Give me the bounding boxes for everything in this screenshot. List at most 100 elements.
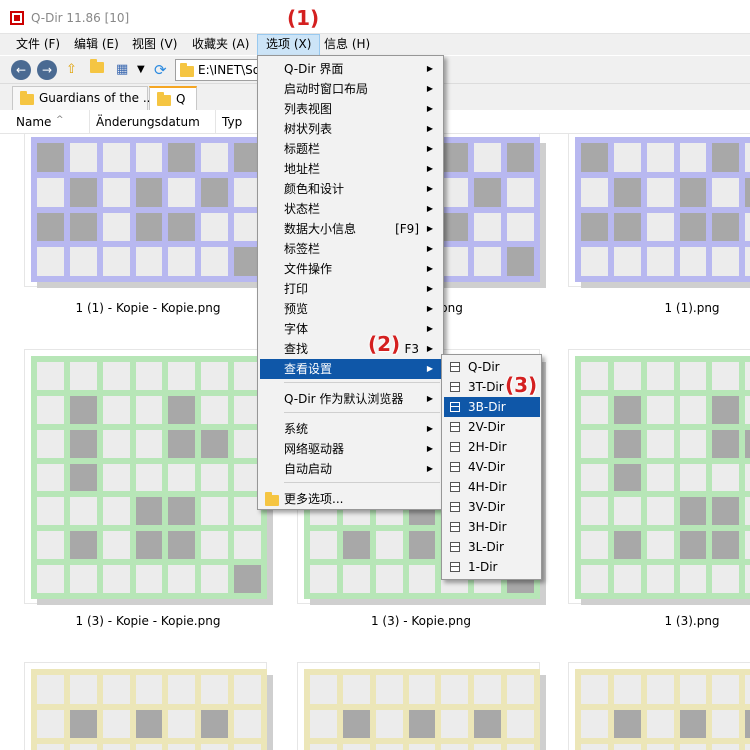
thumbnail-item[interactable] xyxy=(568,662,750,750)
layout-option-label: Q-Dir xyxy=(468,360,500,374)
menu-item-view-settings[interactable]: 查看设置 ▶ xyxy=(260,359,441,379)
menu-item-more-options[interactable]: 更多选项... xyxy=(260,489,441,509)
submenu-arrow-icon: ▶ xyxy=(426,424,433,433)
menu-item-colors-design[interactable]: 颜色和设计 ▶ xyxy=(260,179,441,199)
thumbnail-item[interactable] xyxy=(568,134,750,288)
menu-item-default-browser[interactable]: Q-Dir 作为默认浏览器 ▶ xyxy=(260,389,441,409)
submenu-arrow-icon: ▶ xyxy=(426,144,433,153)
title-bar: Q-Dir 11.86 [10] xyxy=(0,8,750,30)
layout-grid-icon xyxy=(450,442,460,452)
column-name[interactable]: ^ Name xyxy=(10,110,90,134)
thumbnail-caption: 1 (3) - Kopie.png xyxy=(370,614,471,628)
window-title: Q-Dir 11.86 [10] xyxy=(31,11,130,25)
chevron-down-icon[interactable]: ▼ xyxy=(137,60,145,80)
thumbnail-item[interactable] xyxy=(24,662,273,750)
menu-item-address-bar[interactable]: 地址栏 ▶ xyxy=(260,159,441,179)
menu-item-file-operations[interactable]: 文件操作 ▶ xyxy=(260,259,441,279)
layout-option-label: 3T-Dir xyxy=(468,380,504,394)
menu-item-print[interactable]: 打印 ▶ xyxy=(260,279,441,299)
thumbnail-image xyxy=(31,137,267,282)
layout-option-4h-dir[interactable]: 4H-Dir xyxy=(444,477,540,497)
thumbnail-item[interactable] xyxy=(24,134,273,288)
layout-option-2v-dir[interactable]: 2V-Dir xyxy=(444,417,540,437)
menu-item-preview[interactable]: 预览 ▶ xyxy=(260,299,441,319)
submenu-arrow-icon: ▶ xyxy=(426,304,433,313)
new-folder-icon[interactable] xyxy=(90,59,104,80)
tab-label: Q xyxy=(176,92,186,106)
layout-option-1-dir[interactable]: 1-Dir xyxy=(444,557,540,577)
layout-option-4v-dir[interactable]: 4V-Dir xyxy=(444,457,540,477)
menu-item-label: 自动启动 xyxy=(284,462,333,476)
thumbnail-item[interactable] xyxy=(568,349,750,605)
menu-item-startup-layout[interactable]: 启动时窗口布局 ▶ xyxy=(260,79,441,99)
menu-item-label: 预览 xyxy=(284,302,309,316)
menu-item-title-bar[interactable]: 标题栏 ▶ xyxy=(260,139,441,159)
menu-info[interactable]: 信息 (H) xyxy=(316,34,378,56)
menu-item-label: 打印 xyxy=(284,282,309,296)
menu-item-find[interactable]: 查找 F3 ▶ xyxy=(260,339,441,359)
menu-item-qdir-ui[interactable]: Q-Dir 界面 ▶ xyxy=(260,59,441,79)
column-type[interactable]: Typ xyxy=(216,110,261,134)
layout-option-label: 1-Dir xyxy=(468,560,498,574)
thumbnail-image xyxy=(31,669,267,750)
address-path: E:\INET\So xyxy=(198,63,261,77)
thumbnail-caption: 1 (1).png xyxy=(664,301,720,315)
folder-up-icon[interactable]: ⇧ xyxy=(66,60,77,80)
menu-item-label: 字体 xyxy=(284,322,309,336)
folder-icon xyxy=(20,91,34,105)
layout-grid-icon xyxy=(450,402,460,412)
layout-grid-icon xyxy=(450,422,460,432)
menu-item-data-size-info[interactable]: 数据大小信息 [F9] ▶ xyxy=(260,219,441,239)
menu-edit[interactable]: 编辑 (E) xyxy=(66,34,127,56)
tab-guardians[interactable]: Guardians of the ... xyxy=(12,86,154,110)
submenu-arrow-icon: ▶ xyxy=(426,224,433,233)
layout-grid-icon xyxy=(450,502,460,512)
menu-item-label: 标题栏 xyxy=(284,142,321,156)
menu-item-system[interactable]: 系统 ▶ xyxy=(260,419,441,439)
submenu-arrow-icon: ▶ xyxy=(426,244,433,253)
menu-separator xyxy=(284,382,440,383)
thumbnail-item[interactable] xyxy=(24,349,273,605)
layout-option-3h-dir[interactable]: 3H-Dir xyxy=(444,517,540,537)
layout-grid-icon xyxy=(450,482,460,492)
menu-item-autostart[interactable]: 自动启动 ▶ xyxy=(260,459,441,479)
menu-item-network-drives[interactable]: 网络驱动器 ▶ xyxy=(260,439,441,459)
column-date[interactable]: Änderungsdatum xyxy=(90,110,216,134)
submenu-arrow-icon: ▶ xyxy=(426,204,433,213)
menu-item-label: 文件操作 xyxy=(284,262,333,276)
thumbnail-image xyxy=(304,669,540,750)
tab-q[interactable]: Q xyxy=(149,86,197,110)
callout-2: (2) xyxy=(368,332,401,356)
menu-item-tab-bar[interactable]: 标签栏 ▶ xyxy=(260,239,441,259)
view-mode-icon[interactable]: ▦ xyxy=(116,60,128,80)
menu-favorites[interactable]: 收藏夹 (A) xyxy=(184,34,257,56)
layout-option-3b-dir[interactable]: 3B-Dir xyxy=(444,397,540,417)
refresh-icon[interactable]: ⟳ xyxy=(154,60,167,80)
submenu-arrow-icon: ▶ xyxy=(426,394,433,403)
menu-options[interactable]: 选项 (X) xyxy=(257,34,321,56)
menu-item-label: 网络驱动器 xyxy=(284,442,345,456)
forward-arrow-icon[interactable]: → xyxy=(37,60,57,80)
layout-option-2h-dir[interactable]: 2H-Dir xyxy=(444,437,540,457)
menu-item-font[interactable]: 字体 ▶ xyxy=(260,319,441,339)
menu-view[interactable]: 视图 (V) xyxy=(124,34,185,56)
thumbnail-item[interactable] xyxy=(297,662,546,750)
menu-item-list-view[interactable]: 列表视图 ▶ xyxy=(260,99,441,119)
menu-item-tree-list[interactable]: 树状列表 ▶ xyxy=(260,119,441,139)
folder-icon xyxy=(265,492,279,506)
address-bar[interactable]: E:\INET\So xyxy=(175,59,265,81)
submenu-arrow-icon: ▶ xyxy=(426,444,433,453)
menu-item-label: 标签栏 xyxy=(284,242,321,256)
layout-option-3l-dir[interactable]: 3L-Dir xyxy=(444,537,540,557)
thumbnail-caption: 1 (3).png xyxy=(664,614,720,628)
menu-file[interactable]: 文件 (F) xyxy=(8,34,68,56)
callout-3: (3) xyxy=(505,373,538,397)
menu-item-label: 树状列表 xyxy=(284,122,333,136)
submenu-arrow-icon: ▶ xyxy=(426,464,433,473)
layout-option-3v-dir[interactable]: 3V-Dir xyxy=(444,497,540,517)
menu-item-status-bar[interactable]: 状态栏 ▶ xyxy=(260,199,441,219)
menu-item-label: 更多选项... xyxy=(284,492,344,506)
back-arrow-icon[interactable]: ← xyxy=(11,60,31,80)
menu-item-label: 状态栏 xyxy=(284,202,321,216)
menu-shortcut: [F9] xyxy=(395,222,419,236)
